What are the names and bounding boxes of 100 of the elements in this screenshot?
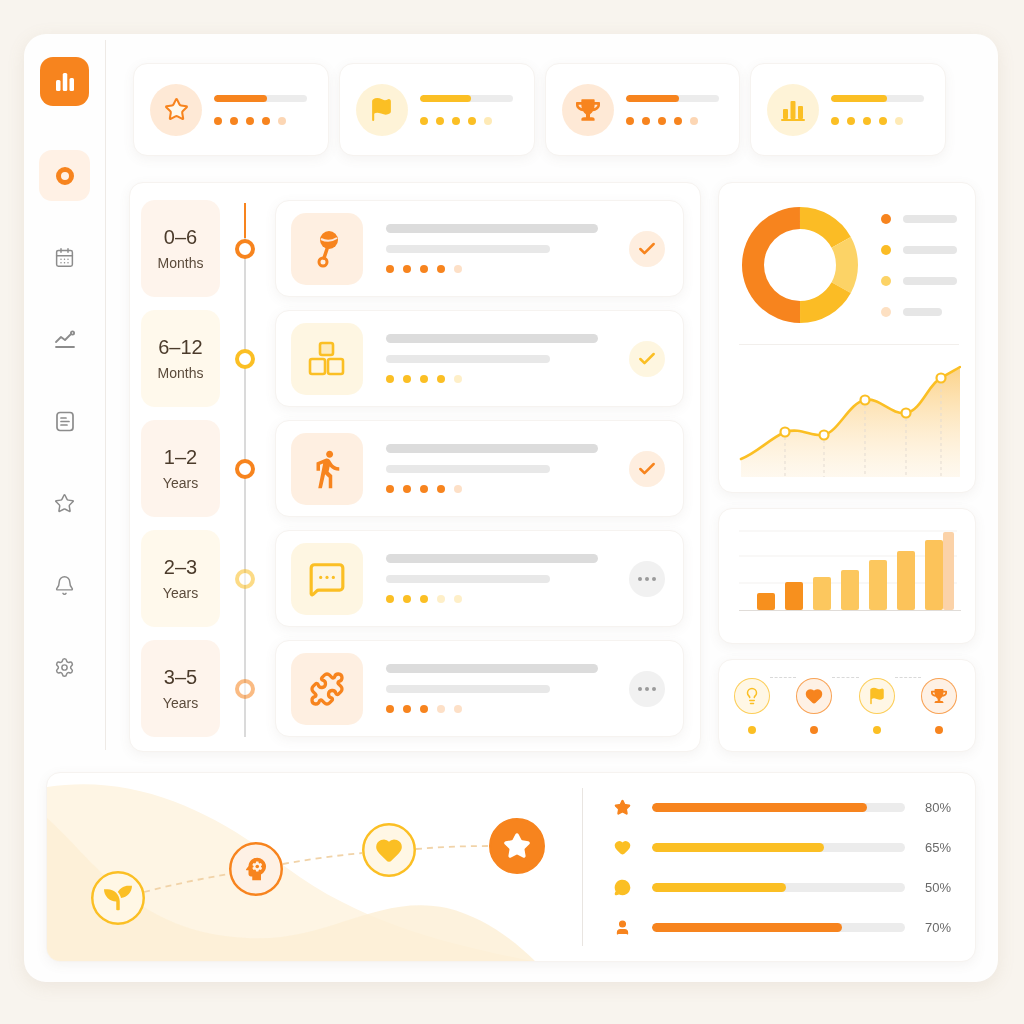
rating-dot	[420, 485, 428, 493]
dashed-connector	[770, 677, 797, 678]
age-unit: Months	[157, 365, 204, 382]
rating-dot	[467, 116, 476, 125]
label-placeholder	[903, 307, 942, 316]
label-placeholder	[903, 245, 957, 254]
dashed-connector	[832, 677, 859, 678]
target-icon	[55, 166, 74, 185]
check-icon	[629, 230, 665, 267]
rating-dot	[214, 116, 222, 125]
trend-chart-icon	[53, 329, 76, 350]
rating-dot	[386, 375, 394, 383]
data-point	[935, 372, 947, 384]
logo-icon	[40, 57, 89, 106]
nav-button[interactable]	[39, 150, 90, 201]
age-range: 2–3	[163, 555, 198, 579]
rating-dot	[437, 265, 445, 273]
data-point	[900, 407, 912, 419]
chart-bar	[869, 560, 887, 610]
age-unit: Years	[162, 695, 199, 712]
rating-dot	[420, 595, 428, 603]
progress-value: 50%	[925, 879, 953, 895]
chat-bubble-icon	[614, 878, 631, 896]
heart-icon	[614, 838, 631, 856]
age-unit: Years	[162, 475, 199, 492]
lightbulb-icon	[734, 677, 770, 714]
chart-bar	[897, 551, 915, 610]
age-range: 0–6	[163, 225, 198, 249]
rating-dot	[386, 595, 394, 603]
rating-dot	[831, 116, 840, 125]
calendar-icon	[54, 247, 75, 268]
rating-dot	[657, 116, 666, 125]
rating-dot	[386, 265, 394, 273]
rating-dot	[454, 595, 462, 603]
rating-dot	[420, 705, 428, 713]
rating-dot	[437, 485, 445, 493]
star-icon	[614, 798, 631, 816]
rating-dot	[386, 485, 394, 493]
star-icon	[54, 493, 75, 514]
rating-dot	[403, 265, 411, 273]
chart-bar	[757, 593, 775, 610]
person-icon	[614, 918, 631, 936]
rating-dot	[847, 116, 856, 125]
rating-dot	[483, 116, 492, 125]
flag-icon	[858, 677, 895, 714]
rating-dot	[454, 485, 462, 493]
trophy-icon	[921, 677, 957, 714]
rating-dot	[454, 265, 462, 273]
rating-dot	[230, 116, 238, 125]
rating-dot	[454, 375, 462, 383]
rating-dot	[403, 595, 411, 603]
age-unit: Years	[162, 585, 199, 602]
rating-dot	[451, 116, 460, 125]
rating-dot	[641, 116, 650, 125]
age-range: 1–2	[163, 445, 198, 469]
rating-dot	[437, 705, 445, 713]
rating-dot	[437, 595, 445, 603]
settings-icon	[54, 657, 75, 678]
chart-bar	[785, 582, 803, 610]
age-unit: Months	[157, 255, 204, 272]
data-point	[818, 429, 830, 441]
rating-dot	[246, 116, 254, 125]
rating-dot	[437, 375, 445, 383]
data-point	[859, 394, 871, 406]
progress-value: 80%	[925, 799, 953, 815]
rating-dot	[278, 116, 286, 125]
age-range: 3–5	[163, 665, 198, 689]
more-icon	[638, 686, 656, 691]
rating-dot	[435, 116, 444, 125]
rating-dot	[895, 116, 904, 125]
rating-dot	[262, 116, 270, 125]
rating-dot	[403, 705, 411, 713]
rating-dot	[420, 375, 428, 383]
check-icon	[629, 340, 665, 377]
rating-dot	[386, 705, 394, 713]
age-range: 6–12	[158, 335, 203, 359]
bell-icon	[54, 575, 75, 596]
rating-dot	[419, 116, 428, 125]
progress-value: 70%	[925, 919, 953, 935]
rating-dot	[689, 116, 698, 125]
more-button[interactable]	[629, 670, 665, 707]
rating-dot	[420, 265, 428, 273]
label-placeholder	[903, 214, 957, 223]
rating-dot	[625, 116, 634, 125]
chart-bar	[813, 577, 831, 610]
rating-dot	[863, 116, 872, 125]
rating-dot	[673, 116, 682, 125]
rating-dot	[454, 705, 462, 713]
rating-dot	[879, 116, 888, 125]
data-point	[779, 426, 791, 438]
rating-dot	[403, 485, 411, 493]
rating-dot	[403, 375, 411, 383]
dashed-connector	[894, 677, 921, 678]
label-placeholder	[903, 276, 957, 285]
chart-bar	[841, 570, 859, 610]
more-button[interactable]	[629, 560, 665, 597]
check-icon	[629, 450, 665, 487]
document-icon	[54, 411, 75, 432]
more-icon	[638, 576, 656, 581]
progress-value: 65%	[925, 839, 953, 855]
